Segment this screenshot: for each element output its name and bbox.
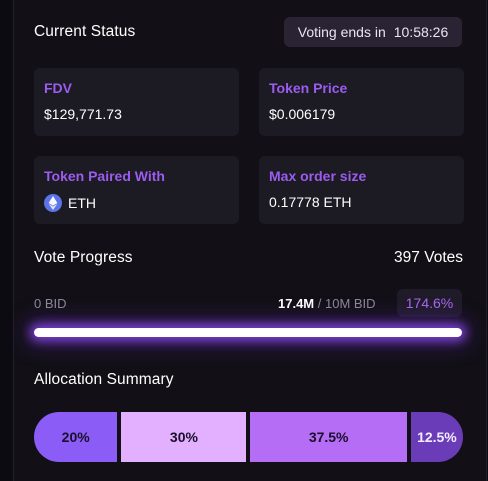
vote-count: 397 Votes	[394, 249, 463, 266]
bid-target: 10M BID	[324, 296, 376, 311]
fdv-value: $129,771.73	[44, 106, 229, 122]
allocation-segment: 37.5%	[250, 412, 407, 462]
token-price-value: $0.006179	[269, 106, 454, 122]
max-order-label: Max order size	[269, 168, 367, 184]
token-price-card: Token Price $0.006179	[259, 68, 464, 136]
current-status-title: Current Status	[34, 23, 136, 40]
fdv-card: FDV $129,771.73	[34, 68, 239, 136]
progress-bar	[34, 328, 462, 337]
paired-token-value: ETH	[44, 194, 229, 212]
eth-icon	[44, 194, 62, 212]
vote-progress-title: Vote Progress	[34, 249, 133, 266]
paired-token-card: Token Paired With ETH	[34, 156, 239, 224]
progress-bar-fill	[34, 328, 462, 337]
paired-token-value-text: ETH	[68, 195, 96, 211]
allocation-summary-title: Allocation Summary	[34, 371, 174, 388]
fdv-value-text: $129,771.73	[44, 106, 122, 122]
allocation-segment: 20%	[34, 412, 118, 462]
allocation-bar: 20% 30% 37.5% 12.5%	[34, 412, 463, 462]
paired-token-label: Token Paired With	[44, 168, 165, 184]
voting-timer: Voting ends in 10:58:26	[284, 17, 462, 47]
max-order-value-text: 0.17778 ETH	[269, 194, 352, 210]
bid-min: 0 BID	[34, 296, 67, 311]
max-order-value: 0.17778 ETH	[269, 194, 454, 210]
bid-current: 17.4M	[278, 296, 315, 311]
timer-value: 10:58:26	[393, 24, 449, 40]
timer-label: Voting ends in	[297, 24, 386, 40]
bid-separator: /	[314, 296, 325, 311]
allocation-segment: 12.5%	[410, 412, 463, 462]
fdv-label: FDV	[44, 80, 72, 96]
token-price-label: Token Price	[269, 80, 348, 96]
bid-progress-text: 17.4M / 10M BID	[278, 296, 376, 311]
allocation-segment: 30%	[121, 412, 247, 462]
max-order-card: Max order size 0.17778 ETH	[259, 156, 464, 224]
token-price-value-text: $0.006179	[269, 106, 336, 122]
progress-percent-badge: 174.6%	[397, 289, 462, 317]
